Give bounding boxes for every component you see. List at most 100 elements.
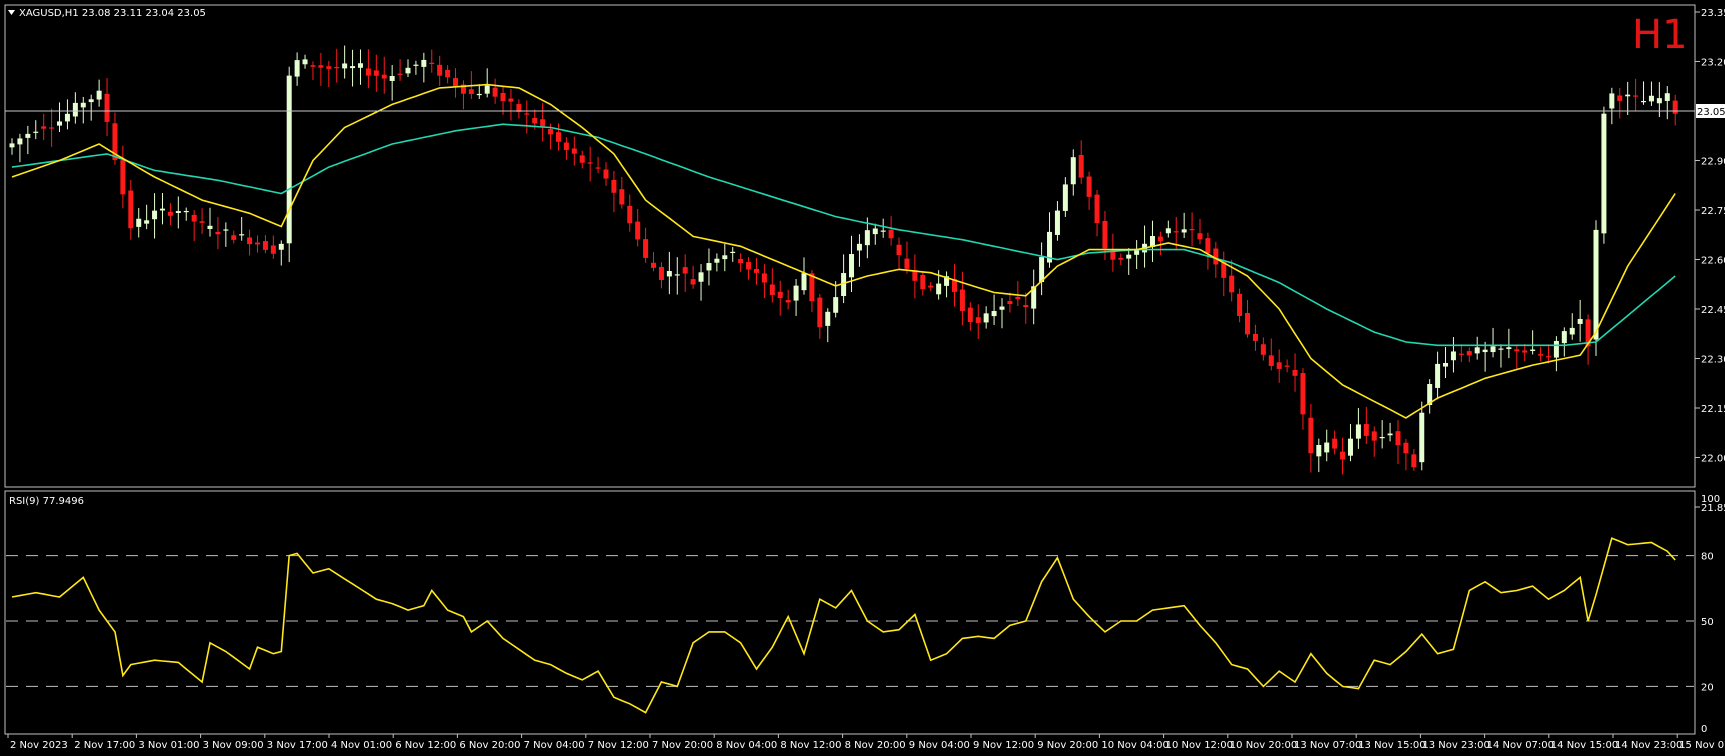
candle-body <box>1332 438 1338 449</box>
candle-body <box>524 113 530 115</box>
candle-body <box>1300 373 1306 415</box>
candle-body <box>476 93 482 96</box>
candle-body <box>532 117 538 124</box>
candle-body <box>1387 433 1393 436</box>
candle-body <box>500 92 506 102</box>
candle-body <box>1268 355 1274 366</box>
candle-body <box>1292 369 1298 376</box>
time-tick-label: 7 Nov 12:00 <box>588 740 649 751</box>
candle-body <box>1625 94 1631 97</box>
candle-body <box>1023 305 1029 307</box>
candle-body <box>777 291 783 299</box>
candle-body <box>682 267 688 274</box>
candle-body <box>793 285 799 301</box>
time-tick-label: 15 Nov 07:00 <box>1679 740 1725 751</box>
time-tick-label: 13 Nov 15:00 <box>1358 740 1425 751</box>
current-price-label: 23.05 <box>1697 107 1725 118</box>
candle-body <box>690 279 696 285</box>
candle-body <box>453 78 459 86</box>
candle-body <box>1458 353 1464 355</box>
candle-body <box>540 119 546 127</box>
candle-body <box>191 214 197 222</box>
candle-body <box>1197 233 1203 240</box>
time-tick-label: 13 Nov 07:00 <box>1294 740 1361 751</box>
candle-body <box>1213 248 1219 265</box>
candle-body <box>1157 236 1163 242</box>
candle-body <box>563 142 569 150</box>
candle-body <box>9 143 15 148</box>
candle-body <box>350 66 356 69</box>
candle-body <box>555 132 561 142</box>
candle-body <box>651 262 657 268</box>
rsi-label: RSI(9) 77.9496 <box>9 496 84 507</box>
candle-body <box>880 230 886 232</box>
candle-body <box>936 283 942 295</box>
time-tick-label: 2 Nov 17:00 <box>74 740 135 751</box>
candle-body <box>468 89 474 94</box>
candle-body <box>294 60 300 77</box>
candle-body <box>41 126 47 129</box>
candle-body <box>920 274 926 290</box>
rsi-tick-label: 100 <box>1701 494 1720 505</box>
time-tick-label: 8 Nov 04:00 <box>716 740 777 751</box>
candle-body <box>1347 438 1353 456</box>
price-tick-label: 23.20 <box>1701 58 1725 69</box>
time-tick-label: 9 Nov 12:00 <box>973 740 1034 751</box>
candle-body <box>643 239 649 258</box>
candle-body <box>1324 442 1330 453</box>
price-tick-label: 22.75 <box>1701 206 1725 217</box>
candle-body <box>1498 348 1504 350</box>
candle-body <box>722 255 728 260</box>
price-tick-label: 22.30 <box>1701 355 1725 366</box>
candle-body <box>1514 349 1520 352</box>
candle-body <box>1110 252 1116 260</box>
time-tick-label: 10 Nov 12:00 <box>1166 740 1233 751</box>
candle-body <box>1245 312 1251 335</box>
candle-body <box>1490 346 1496 353</box>
candle-body <box>666 271 672 277</box>
price-chart[interactable]: 23.35 23.20 22.90 22.75 22.60 22.45 22.30 22.15… <box>0 0 1725 756</box>
candle-body <box>49 127 55 129</box>
candle-body <box>255 242 261 245</box>
price-tick-label: 22.00 <box>1701 454 1725 465</box>
candle-body <box>397 73 403 75</box>
candle-body <box>104 93 110 122</box>
candle-body <box>1656 98 1662 104</box>
candle-body <box>152 210 158 220</box>
candle-body <box>579 155 585 163</box>
candle-body <box>571 148 577 154</box>
candle-body <box>286 75 292 244</box>
candle-body <box>413 64 419 66</box>
time-tick-label: 13 Nov 23:00 <box>1422 740 1489 751</box>
candle-body <box>1577 318 1583 324</box>
candle-body <box>833 297 839 313</box>
candle-body <box>33 131 39 133</box>
candle-body <box>801 273 807 291</box>
candle-body <box>207 225 213 229</box>
candle-body <box>817 297 823 328</box>
candle-body <box>199 221 205 223</box>
time-tick-label: 8 Nov 12:00 <box>780 740 841 751</box>
price-tick-label: 22.15 <box>1701 404 1725 415</box>
candle-body <box>1173 231 1179 233</box>
symbol-info: XAGUSD,H1 23.08 23.11 23.04 23.05 <box>19 8 206 19</box>
candle-body <box>128 190 134 229</box>
candle-body <box>1260 344 1266 355</box>
candle-body <box>1229 275 1235 293</box>
candle-body <box>318 65 324 68</box>
candle-body <box>1118 257 1124 260</box>
candle-body <box>1561 331 1567 344</box>
rsi-tick-label: 20 <box>1701 682 1714 693</box>
candle-body <box>57 121 63 126</box>
candle-body <box>904 258 910 269</box>
time-tick-label: 3 Nov 09:00 <box>203 740 264 751</box>
candle-body <box>1276 362 1282 369</box>
candle-body <box>326 66 332 69</box>
candle-body <box>1609 93 1615 109</box>
candle-body <box>1633 95 1639 97</box>
candle-body <box>1371 431 1377 441</box>
candle-body <box>714 258 720 263</box>
candle-body <box>967 307 973 323</box>
candle-body <box>706 263 712 271</box>
candle-body <box>1553 340 1559 358</box>
